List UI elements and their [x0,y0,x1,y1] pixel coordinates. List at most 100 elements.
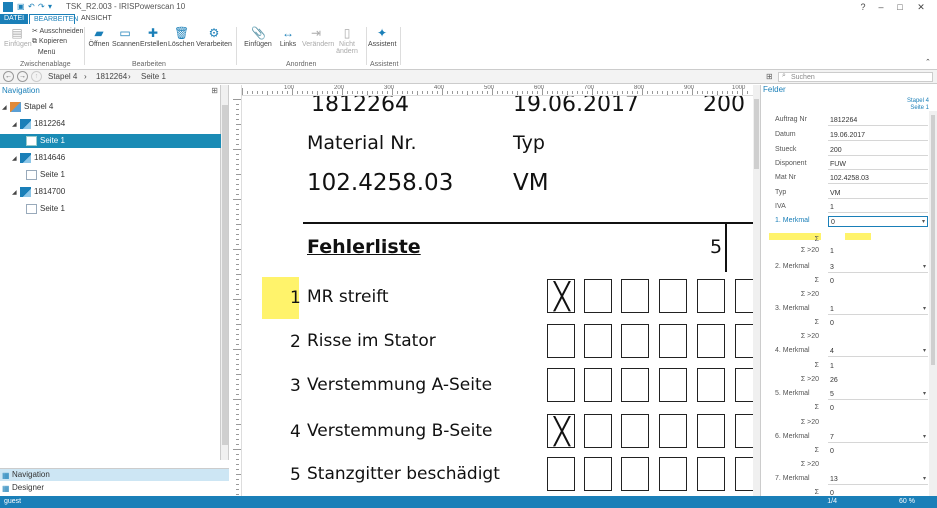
field-input[interactable]: 0 [828,403,928,414]
tree-node-page[interactable]: Seite 1 [26,168,65,182]
close-button[interactable]: ✕ [914,1,928,13]
field-input[interactable]: 3 ▾ [828,262,928,273]
quick-access-dropdown-icon[interactable]: ▾ [48,2,56,11]
copy-button[interactable]: ⧉ Kopieren [32,38,67,46]
delete-button[interactable]: 🗑 Löschen [168,26,194,48]
menu-button[interactable]: Menü [32,49,56,56]
error-list-count: 5 [710,236,723,258]
ruler-tick [372,91,373,94]
pin-icon[interactable]: ⊞ [211,85,218,96]
field-input[interactable]: 200 [828,145,928,156]
field-input[interactable]: 7 ▾ [828,432,928,443]
field-input[interactable] [828,235,928,246]
field-input[interactable]: 0 [828,318,928,329]
change-button[interactable]: ⇥ Verändern [302,26,334,48]
tree-node-label: Seite 1 [40,170,65,179]
scrollbar-thumb[interactable] [754,99,759,169]
document-canvas[interactable]: 1812264 19.06.2017 200 Material Nr. Typ … [243,96,753,496]
field-input[interactable] [828,460,928,471]
minimize-button[interactable]: – [874,1,888,13]
scanner-icon: ▭ [119,26,131,40]
expand-icon[interactable]: ◢ [12,118,20,132]
field-input[interactable]: 1812264 [828,115,928,126]
forward-icon[interactable]: → [17,71,28,82]
up-icon[interactable]: ↑ [31,71,42,82]
field-input[interactable]: 0 [828,276,928,287]
tree-node-document[interactable]: ◢ 1814700 [12,185,65,199]
field-input[interactable] [828,290,928,301]
field-input[interactable]: 19.06.2017▦ [828,130,937,141]
field-input[interactable] [828,332,928,343]
dropdown-arrow-icon[interactable]: ▾ [923,432,926,443]
ruler-tick [422,91,423,94]
field-input[interactable]: 102.4258.03 [828,173,928,184]
dropdown-arrow-icon[interactable]: ▾ [923,262,926,273]
expand-icon[interactable]: ◢ [12,186,20,200]
field-input[interactable]: FUW [828,159,928,170]
expand-icon[interactable]: ◢ [12,152,20,166]
tree-node-page-selected[interactable]: Seite 1 [0,134,221,148]
navigation-scrollbar[interactable] [221,85,229,460]
dropdown-arrow-icon[interactable]: ▾ [923,389,926,400]
field-input[interactable]: 0 [828,446,928,457]
tree-node-document[interactable]: ◢ 1814646 [12,151,65,165]
back-icon[interactable]: ← [3,71,14,82]
collapse-ribbon-icon[interactable]: ⌃ [925,58,931,66]
undo-icon[interactable]: ↶ [28,2,36,11]
field-input[interactable]: 26 [828,375,928,386]
field-input[interactable]: 13 ▾ [828,474,928,485]
field-input[interactable]: 0 ▾ [828,216,928,227]
tree-node-page[interactable]: Seite 1 [26,202,65,216]
zoom-level[interactable]: 60 % [899,496,915,508]
field-input[interactable]: 1 [828,246,928,257]
ruler-tick [247,91,248,94]
field-input[interactable] [828,418,928,429]
document-icon: ▯ [343,26,351,40]
paste-button[interactable]: ▤ Einfügen [4,26,32,48]
create-button[interactable]: ✚ Erstellen [140,26,167,48]
scrollbar-thumb[interactable] [931,115,935,365]
document-scrollbar[interactable] [753,85,760,496]
ruler-tick [637,91,638,94]
insert-button[interactable]: 📎 Einfügen [242,26,274,48]
search-input[interactable]: Suchen [778,72,933,82]
scan-button[interactable]: ▭ Scannen [112,26,140,48]
maximize-button[interactable]: □ [893,1,907,13]
tree-node-batch[interactable]: ◢ Stapel 4 [2,100,53,114]
process-button[interactable]: ⚙ Verarbeiten [196,26,232,48]
tab-view[interactable]: ANSICHT [77,14,116,24]
tab-designer[interactable]: ▦ Designer [0,482,229,494]
open-button[interactable]: ▰ Öffnen [88,26,110,48]
scrollbar-thumb[interactable] [222,105,228,445]
field-input[interactable]: 1 ▾ [828,304,928,315]
breadcrumb-item[interactable]: Stapel 4 [48,72,77,81]
assistant-button[interactable]: ✦ Assistent [368,26,396,48]
tab-navigation[interactable]: ▦ Navigation [0,469,229,481]
tab-edit[interactable]: BEARBEITEN [29,14,78,24]
redo-icon[interactable]: ↷ [38,2,46,11]
field-input[interactable]: 1 [828,202,928,213]
save-icon[interactable]: ▣ [17,2,25,11]
ribbon-tabs: DATEI BEARBEITEN ANSICHT [0,14,937,24]
tab-file[interactable]: DATEI [0,14,28,24]
field-input[interactable]: VM [828,188,928,199]
field-input[interactable]: 4 ▾ [828,346,928,357]
move-left-button[interactable]: ↔ Links [276,26,300,48]
field-input[interactable]: 1 [828,361,928,372]
field-value-text: 7 [830,434,834,441]
pin-icon[interactable]: ⊞ [766,72,773,81]
breadcrumb-item[interactable]: 1812264 [96,72,127,81]
cut-button[interactable]: ✂ Ausschneiden [32,27,83,35]
fields-scrollbar[interactable] [929,111,937,496]
not-change-button[interactable]: ▯ Nicht ändern [332,26,362,55]
ruler-tick [236,324,241,325]
dropdown-arrow-icon[interactable]: ▾ [923,304,926,315]
help-icon[interactable]: ? [856,1,870,13]
dropdown-arrow-icon[interactable]: ▾ [923,346,926,357]
tree-node-document[interactable]: ◢ 1812264 [12,117,65,131]
field-input[interactable]: 5 ▾ [828,389,928,400]
dropdown-arrow-icon[interactable]: ▾ [923,474,926,485]
dropdown-arrow-icon[interactable]: ▾ [922,217,925,228]
expand-icon[interactable]: ◢ [2,101,10,115]
breadcrumb-item[interactable]: Seite 1 [141,72,166,81]
